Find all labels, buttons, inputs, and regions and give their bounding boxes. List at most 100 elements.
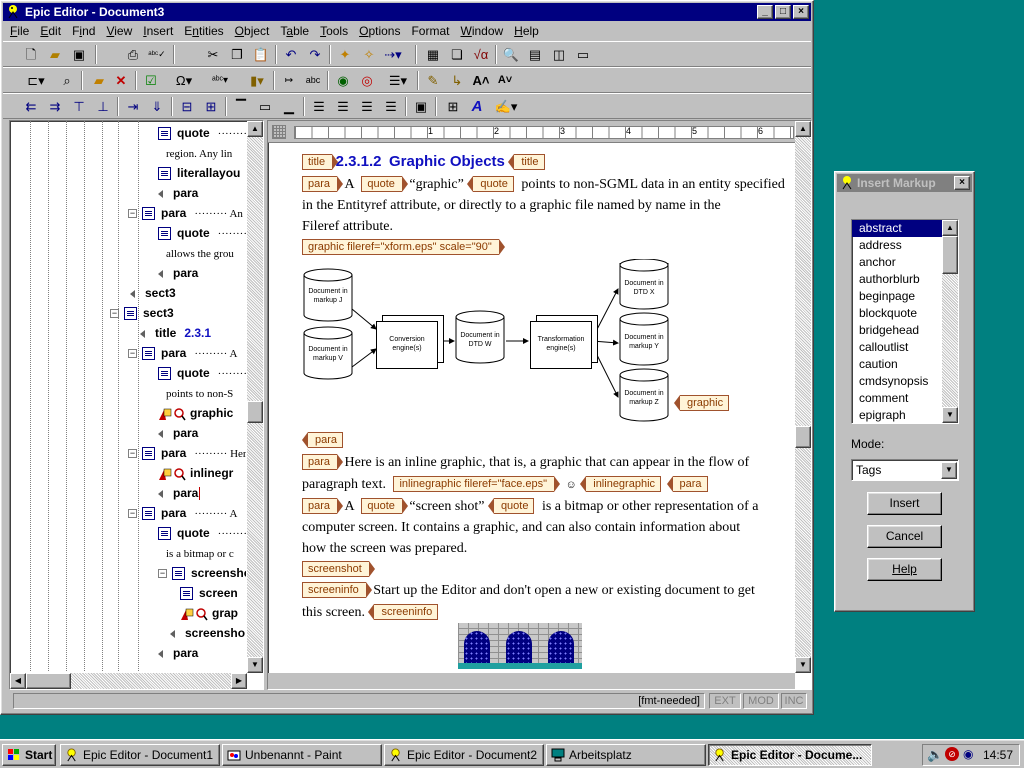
element-list-item[interactable]: blockquote <box>852 305 942 322</box>
tree-node[interactable]: para <box>158 264 198 282</box>
tree-node[interactable]: literallayou <box>158 164 240 182</box>
tree-vertical-scrollbar[interactable] <box>247 121 263 673</box>
tree-node[interactable]: allows the grou <box>166 244 234 262</box>
tree-node[interactable]: grap <box>180 604 238 622</box>
doc-scroll-down-button[interactable]: ▼ <box>795 657 811 673</box>
tree-node[interactable]: is a bitmap or c <box>166 544 234 562</box>
quote2-close-tag[interactable]: quote <box>488 498 535 514</box>
network-icon[interactable]: ◉ <box>963 747 973 761</box>
justify-icon[interactable]: ☰ <box>381 97 401 116</box>
para2-open-tag[interactable]: para <box>302 454 344 470</box>
element-list-item[interactable]: abstract <box>852 220 942 237</box>
align-center-icon[interactable]: ☰ <box>333 97 353 116</box>
full-view-icon[interactable]: ▭ <box>573 45 593 64</box>
equation-icon[interactable]: √α <box>471 45 491 64</box>
list-scroll-down-button[interactable]: ▼ <box>942 407 958 423</box>
menu-help[interactable]: Help <box>509 22 545 40</box>
list-scroll-thumb[interactable] <box>942 236 958 274</box>
font-larger-icon[interactable]: A˄ <box>471 71 491 90</box>
menu-insert[interactable]: Insert <box>138 22 179 40</box>
chevron-down-icon[interactable]: ▼ <box>941 462 957 479</box>
taskbar-button[interactable]: Epic Editor - Document2 <box>384 744 544 766</box>
split-view-icon[interactable]: ◫ <box>549 45 569 64</box>
menu-edit[interactable]: Edit <box>35 22 67 40</box>
menu-tools[interactable]: Tools <box>315 22 354 40</box>
document-body[interactable]: title 2.3.1.2 Graphic Objects title para… <box>302 149 792 669</box>
menu-file[interactable]: File <box>5 22 35 40</box>
insert-element-icon[interactable]: ✦ <box>335 45 355 64</box>
insert-tag-icon[interactable]: ▰ <box>89 71 109 90</box>
tree-hscroll-thumb[interactable] <box>26 673 71 689</box>
tags-dropdown-icon[interactable]: ⊏▾ <box>21 71 51 90</box>
tree-node[interactable]: quote ········· <box>158 124 246 142</box>
collapse-box-icon[interactable]: − <box>110 309 119 319</box>
tree-scroll-down-button[interactable]: ▼ <box>247 657 263 673</box>
quote-close-tag[interactable]: quote <box>467 176 514 192</box>
taskbar-button[interactable]: Epic Editor - Document1 <box>60 744 220 766</box>
delete-tag-icon[interactable]: ✕ <box>111 71 131 90</box>
maximize-button[interactable]: □ <box>775 5 791 19</box>
split-icon[interactable]: ⊥ <box>93 97 113 116</box>
frame-top-icon[interactable]: ▔ <box>231 97 251 116</box>
graphic-open-tag[interactable]: graphic fileref="xform.eps" scale="90" <box>302 239 505 255</box>
collapse-box-icon[interactable]: − <box>128 509 137 519</box>
link-icon[interactable]: ↦ <box>279 71 299 90</box>
print-icon[interactable]: ⎙ <box>123 45 143 64</box>
redo-icon[interactable]: ↷ <box>305 45 325 64</box>
menu-entities[interactable]: Entities <box>179 22 229 40</box>
title-close-tag[interactable]: title <box>508 154 545 170</box>
para3-open-tag[interactable]: para <box>302 498 344 514</box>
graphic-close-tag[interactable]: graphic <box>673 395 730 411</box>
spelling-options-icon[interactable]: ᵃᵇᶜ▾ <box>205 71 235 90</box>
paste-icon[interactable]: 📋 <box>251 45 271 64</box>
new-icon[interactable]: 🗋 <box>21 45 41 64</box>
cut-icon[interactable]: ✂ <box>203 45 223 64</box>
demote-icon[interactable]: ⇉ <box>45 97 65 116</box>
element-list-item[interactable]: epigraph <box>852 407 942 423</box>
align-right-icon[interactable]: ☰ <box>357 97 377 116</box>
move-down-icon[interactable]: ⇓ <box>147 97 167 116</box>
tree-node[interactable]: para <box>158 424 198 442</box>
move-right-icon[interactable]: ⇥ <box>123 97 143 116</box>
main-window-titlebar[interactable]: Epic Editor - Document3 _ □ × <box>3 3 811 21</box>
frame-bottom-icon[interactable]: ▁ <box>279 97 299 116</box>
menu-find[interactable]: Find <box>67 22 101 40</box>
title-open-tag[interactable]: title <box>302 154 339 170</box>
element-list-item[interactable]: beginpage <box>852 288 942 305</box>
collapse-box-icon[interactable]: − <box>128 209 137 219</box>
edit-icon[interactable]: ✎ <box>423 71 443 90</box>
tree-node[interactable]: screensho <box>170 624 245 642</box>
minimize-button[interactable]: _ <box>757 5 773 19</box>
tree-node[interactable]: − screensho <box>158 564 246 582</box>
doc-scroll-up-button[interactable]: ▲ <box>795 121 811 137</box>
collapse-box-icon[interactable]: − <box>128 349 137 359</box>
font-smaller-icon[interactable]: A˅ <box>495 71 515 90</box>
speaker-icon[interactable]: 🔈 <box>927 747 943 763</box>
inlinegraphic-open-tag[interactable]: inlinegraphic fileref="face.eps" <box>393 476 560 492</box>
styles-dropdown-icon[interactable]: ▮▾ <box>243 71 271 90</box>
find-tag-icon[interactable]: ⌕ <box>57 71 77 90</box>
inlinegraphic-close-tag[interactable]: inlinegraphic <box>580 476 662 492</box>
copy-icon[interactable]: ❐ <box>227 45 247 64</box>
insert-markup-titlebar[interactable]: Insert Markup × <box>837 174 972 192</box>
help-button[interactable]: Help <box>867 558 942 581</box>
quote-open-tag[interactable]: quote <box>361 176 408 192</box>
image-icon[interactable]: ▣ <box>411 97 431 116</box>
align-left-icon[interactable]: ☰ <box>309 97 329 116</box>
document-horizontal-scrollbar[interactable] <box>268 673 795 689</box>
target-icon[interactable]: ◎ <box>357 71 377 90</box>
menu-format[interactable]: Format <box>406 22 455 40</box>
ruler-corner-icon[interactable] <box>272 125 286 139</box>
insert-button[interactable]: Insert <box>867 492 942 515</box>
menu-table[interactable]: Table <box>275 22 315 40</box>
next-tag-icon[interactable]: ↳ <box>447 71 467 90</box>
start-button[interactable]: Start <box>2 744 56 766</box>
color-picker-icon[interactable]: ✍▾ <box>491 97 521 116</box>
document-map-icon[interactable]: ▤ <box>525 45 545 64</box>
tree-node[interactable]: sect3 <box>130 284 176 302</box>
tree-scroll-right-button[interactable]: ▶ <box>231 673 247 689</box>
para-close-tag[interactable]: para <box>302 432 344 448</box>
tree-node[interactable]: quote ········· <box>158 364 246 382</box>
special-char-icon[interactable]: Ω▾ <box>169 71 199 90</box>
tree-scroll-left-button[interactable]: ◀ <box>10 673 26 689</box>
